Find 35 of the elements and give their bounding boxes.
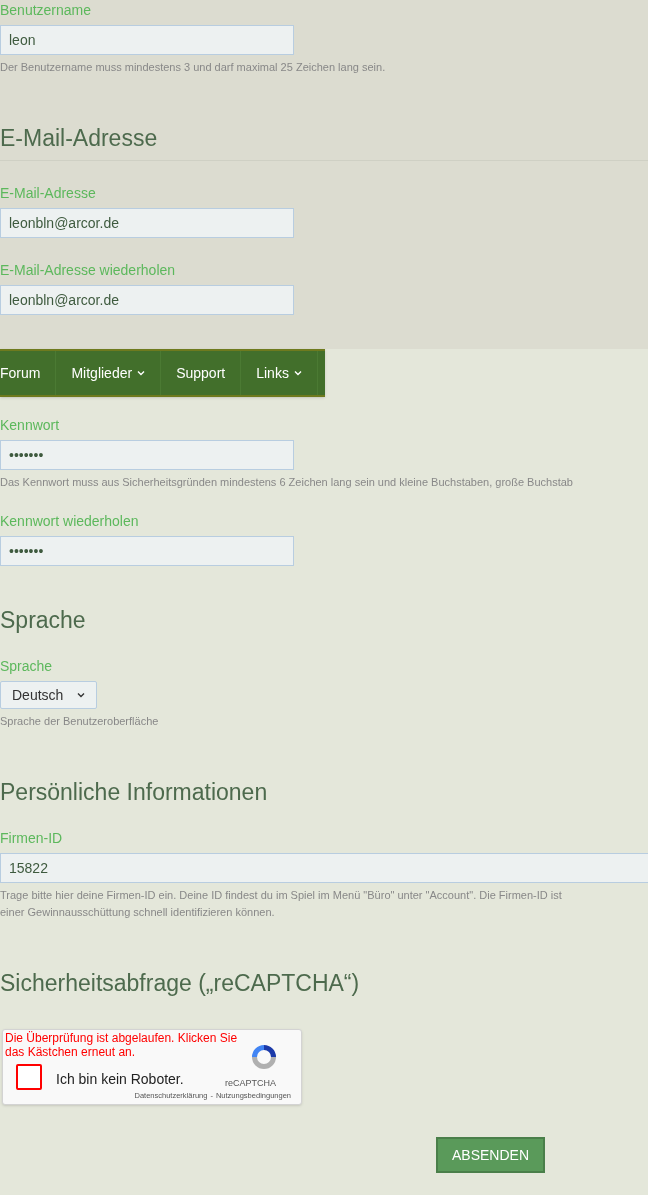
input-field[interactable]: leon: [0, 25, 294, 55]
input-field[interactable]: leonbln@arcor.de: [0, 285, 294, 315]
input-field[interactable]: 15822: [0, 853, 648, 883]
chevron-down-icon: [293, 370, 302, 376]
field-label: Kennwort wiederholen: [0, 512, 140, 531]
captcha-checkbox[interactable]: [16, 1064, 42, 1090]
help-text: Trage bitte hier deine Firmen-ID ein. Deine ID findest du im Spiel im Menü "Büro" unter "Account". Die Firmen-ID ist: [0, 888, 563, 903]
nav-item[interactable]: Links: [241, 351, 318, 395]
chevron-down-icon: [137, 370, 146, 376]
input-field[interactable]: •••••••: [0, 536, 294, 566]
recaptcha-brand: reCAPTCHA: [225, 1077, 276, 1090]
section-heading: Sprache: [0, 606, 87, 635]
nav-item[interactable]: Forum: [0, 351, 57, 395]
chevron-down-icon: [77, 692, 85, 698]
help-text: einer Gewinnausschüttung schnell identifizieren können.: [0, 905, 276, 920]
recaptcha-logo-icon: [249, 1042, 279, 1072]
nav-item[interactable]: Support: [161, 351, 242, 395]
field-label: E-Mail-Adresse: [0, 184, 97, 203]
field-label: Firmen-ID: [0, 829, 64, 848]
language-select[interactable]: Deutsch: [0, 681, 97, 709]
field-label: Kennwort: [0, 416, 61, 435]
input-field[interactable]: leonbln@arcor.de: [0, 208, 294, 238]
input-field[interactable]: •••••••: [0, 440, 294, 470]
help-text: Der Benutzername muss mindestens 3 und darf maximal 25 Zeichen lang sein.: [0, 60, 387, 75]
nav-item[interactable]: Mitglieder: [56, 351, 162, 395]
help-text: Sprache der Benutzeroberfläche: [0, 714, 160, 729]
section-heading: Persönliche Informationen: [0, 778, 269, 807]
section-heading: E-Mail-Adresse: [0, 124, 159, 153]
error-message: Die Überprüfung ist abgelaufen. Klicken Sie das Kästchen erneut an.: [5, 1031, 239, 1059]
field-label: Sprache: [0, 657, 54, 676]
help-text: Das Kennwort muss aus Sicherheitsgründen mindestens 6 Zeichen lang sein und kleine Buchstaben, große Buchstab: [0, 475, 574, 490]
checkbox-label: Ich bin kein Roboter.: [56, 1070, 184, 1089]
field-label: Benutzername: [0, 1, 93, 20]
section-heading: Sicherheitsabfrage („reCAPTCHA“): [0, 969, 361, 998]
field-label: E-Mail-Adresse wiederholen: [0, 261, 177, 280]
